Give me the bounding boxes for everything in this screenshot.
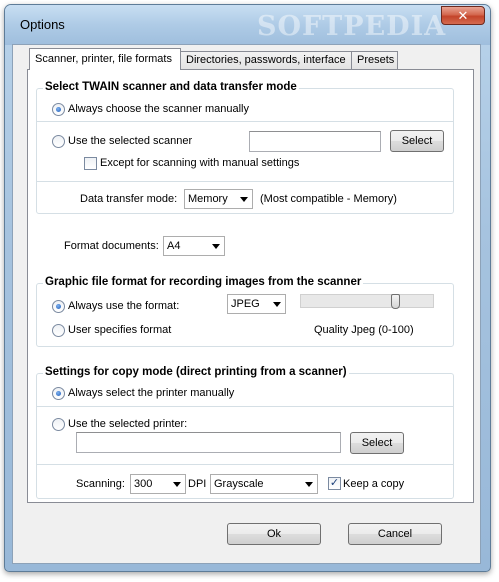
graphic-format-group-title: Graphic file format for recording images… <box>43 276 364 288</box>
chevron-down-icon <box>305 482 313 487</box>
image-format-select[interactable]: JPEG <box>227 294 286 314</box>
dpi-select[interactable]: 300 <box>130 474 186 494</box>
jpeg-quality-slider-track[interactable] <box>300 294 434 308</box>
graphic-format-group <box>36 283 454 347</box>
transfer-mode-select[interactable]: Memory <box>184 189 253 209</box>
user-specifies-format-label: User specifies format <box>68 324 172 336</box>
scanning-label: Scanning: <box>76 478 125 490</box>
chevron-down-icon <box>240 197 248 202</box>
format-documents-select[interactable]: A4 <box>163 236 225 256</box>
selected-scanner-field[interactable] <box>249 131 381 152</box>
tab-directories-passwords-interface[interactable]: Directories, passwords, interface <box>180 51 352 69</box>
separator <box>37 121 453 122</box>
always-select-printer-label: Always select the printer manually <box>68 387 235 399</box>
tab-scanner-printer-formats[interactable]: Scanner, printer, file formats <box>29 48 181 70</box>
always-select-printer-radio[interactable] <box>52 387 65 400</box>
use-selected-scanner-label: Use the selected scanner <box>68 135 193 147</box>
window-title: Options <box>20 17 65 32</box>
color-mode-select[interactable]: Grayscale <box>210 474 318 494</box>
use-selected-printer-radio[interactable] <box>52 418 65 431</box>
format-documents-label: Format documents: <box>64 240 159 252</box>
checkmark-icon: ✓ <box>329 477 340 489</box>
select-scanner-button[interactable]: Select <box>390 130 444 152</box>
cancel-button[interactable]: Cancel <box>348 523 442 545</box>
separator <box>37 464 453 465</box>
separator <box>37 181 453 182</box>
close-icon: ✕ <box>457 8 469 23</box>
except-manual-checkbox[interactable] <box>84 157 97 170</box>
ok-button[interactable]: Ok <box>227 523 321 545</box>
always-choose-scanner-radio[interactable] <box>52 103 65 116</box>
dpi-value: 300 <box>134 478 153 490</box>
selected-printer-field[interactable] <box>76 432 341 453</box>
transfer-mode-value: Memory <box>188 193 228 205</box>
jpeg-quality-label: Quality Jpeg (0-100) <box>314 324 414 336</box>
color-mode-value: Grayscale <box>214 478 264 490</box>
keep-copy-label: Keep a copy <box>343 478 405 490</box>
always-use-format-radio[interactable] <box>52 300 65 313</box>
keep-copy-checkbox[interactable]: ✓ <box>328 477 341 490</box>
title-bar[interactable]: Options SOFTPEDIA ✕ <box>5 5 490 45</box>
use-selected-printer-label: Use the selected printer: <box>68 418 188 430</box>
tab-label: Directories, passwords, interface <box>186 54 346 66</box>
select-printer-button[interactable]: Select <box>350 432 404 454</box>
transfer-mode-hint: (Most compatible - Memory) <box>260 193 397 205</box>
jpeg-quality-slider-thumb[interactable] <box>391 294 401 309</box>
copy-mode-group-title: Settings for copy mode (direct printing … <box>43 366 349 378</box>
always-choose-scanner-label: Always choose the scanner manually <box>68 103 249 115</box>
close-button[interactable]: ✕ <box>441 6 485 25</box>
chevron-down-icon <box>173 482 181 487</box>
image-format-value: JPEG <box>231 298 260 310</box>
twain-group-title: Select TWAIN scanner and data transfer m… <box>43 81 299 93</box>
tab-presets[interactable]: Presets <box>351 51 398 69</box>
use-selected-scanner-radio[interactable] <box>52 135 65 148</box>
except-manual-label: Except for scanning with manual settings <box>100 157 300 169</box>
chevron-down-icon <box>212 244 220 249</box>
format-documents-value: A4 <box>167 240 181 252</box>
softpedia-watermark: SOFTPEDIA <box>257 11 447 42</box>
tab-label: Presets <box>357 54 395 66</box>
tab-label: Scanner, printer, file formats <box>35 53 172 65</box>
always-use-format-label: Always use the format: <box>68 300 180 312</box>
transfer-mode-label: Data transfer mode: <box>80 193 178 205</box>
chevron-down-icon <box>273 302 281 307</box>
dpi-unit-label: DPI <box>188 478 207 490</box>
user-specifies-format-radio[interactable] <box>52 324 65 337</box>
separator <box>37 406 453 407</box>
